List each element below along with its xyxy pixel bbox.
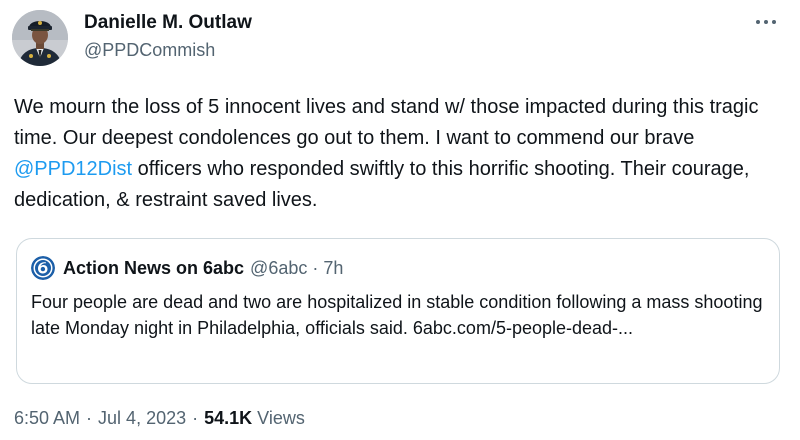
author-handle[interactable]: @PPDCommish bbox=[84, 40, 215, 61]
mention-link[interactable]: @PPD12Dist bbox=[14, 158, 132, 180]
more-options-button[interactable] bbox=[750, 10, 782, 34]
quoted-tweet-header: Action News on 6abc @6abc · 7h bbox=[31, 255, 343, 281]
officer-avatar-icon bbox=[12, 10, 68, 66]
quoted-tweet-card[interactable]: Action News on 6abc @6abc · 7h Four peop… bbox=[16, 238, 780, 384]
tweet-metadata: 6:50 AM · Jul 4, 2023 · 54.1K Views bbox=[14, 408, 305, 429]
tweet-date[interactable]: Jul 4, 2023 bbox=[98, 408, 186, 429]
quoted-separator: · bbox=[312, 257, 319, 278]
quoted-author-name[interactable]: Action News on 6abc bbox=[63, 258, 244, 279]
quoted-tweet-text: Four people are dead and two are hospita… bbox=[31, 292, 763, 338]
views-count[interactable]: 54.1K bbox=[204, 408, 252, 429]
tweet-text-part1: We mourn the loss of 5 innocent lives an… bbox=[14, 96, 759, 149]
tweet-time[interactable]: 6:50 AM bbox=[14, 408, 80, 429]
meta-separator: · bbox=[86, 408, 93, 428]
meta-separator-2: · bbox=[192, 408, 199, 428]
quoted-timestamp[interactable]: 7h bbox=[323, 258, 343, 279]
more-horizontal-icon bbox=[756, 20, 760, 24]
views-label: Views bbox=[257, 408, 305, 428]
quoted-author-handle[interactable]: @6abc bbox=[250, 258, 307, 279]
author-name[interactable]: Danielle M. Outlaw bbox=[84, 12, 252, 34]
tweet-text: We mourn the loss of 5 innocent lives an… bbox=[14, 92, 784, 216]
author-avatar[interactable] bbox=[12, 10, 68, 66]
6abc-logo-icon[interactable] bbox=[31, 256, 55, 280]
tweet: Danielle M. Outlaw @PPDCommish We mourn … bbox=[0, 0, 800, 440]
